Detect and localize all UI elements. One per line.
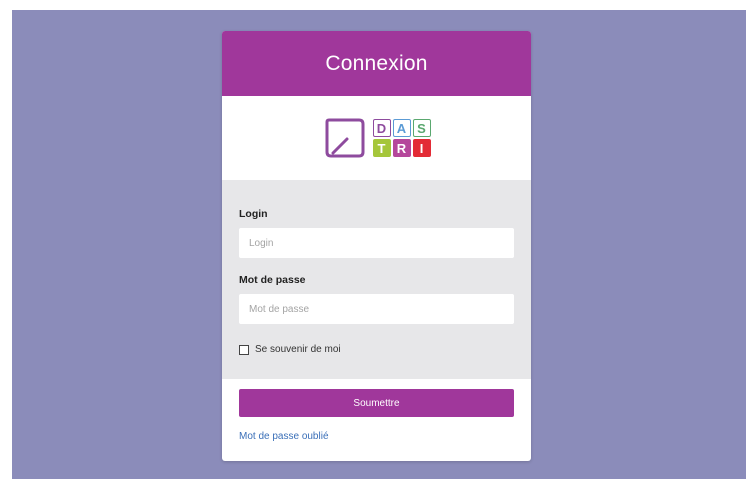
- remember-me-label: Se souvenir de moi: [255, 344, 341, 355]
- password-input[interactable]: [239, 294, 514, 324]
- submit-button[interactable]: Soumettre: [239, 389, 514, 417]
- login-input[interactable]: [239, 228, 514, 258]
- logo-area: D A S T R I: [222, 96, 531, 180]
- password-label: Mot de passe: [239, 274, 306, 286]
- remember-me[interactable]: Se souvenir de moi: [239, 344, 514, 355]
- page-title: Connexion: [325, 51, 428, 75]
- remember-me-checkbox[interactable]: [239, 344, 249, 355]
- logo-tile-a: A: [392, 119, 411, 137]
- logo-letters: D A S T R I: [372, 119, 431, 157]
- form-actions: Soumettre Mot de passe oublié: [222, 379, 531, 444]
- logo-tile-r: R: [392, 139, 411, 157]
- logo-tile-t: T: [372, 139, 391, 157]
- login-card: Connexion D A S T R I Login Mot de passe: [222, 31, 531, 461]
- forgot-password-link[interactable]: Mot de passe oublié: [239, 431, 329, 442]
- login-label: Login: [239, 208, 268, 220]
- login-form: Login Mot de passe Se souvenir de moi: [222, 180, 531, 379]
- card-header: Connexion: [222, 31, 531, 96]
- logo-tile-i: I: [412, 139, 431, 157]
- logo-tile-s: S: [412, 119, 431, 137]
- dastri-logo: D A S T R I: [323, 117, 431, 159]
- logo-frame-icon: [325, 118, 364, 158]
- logo-tile-d: D: [372, 119, 391, 137]
